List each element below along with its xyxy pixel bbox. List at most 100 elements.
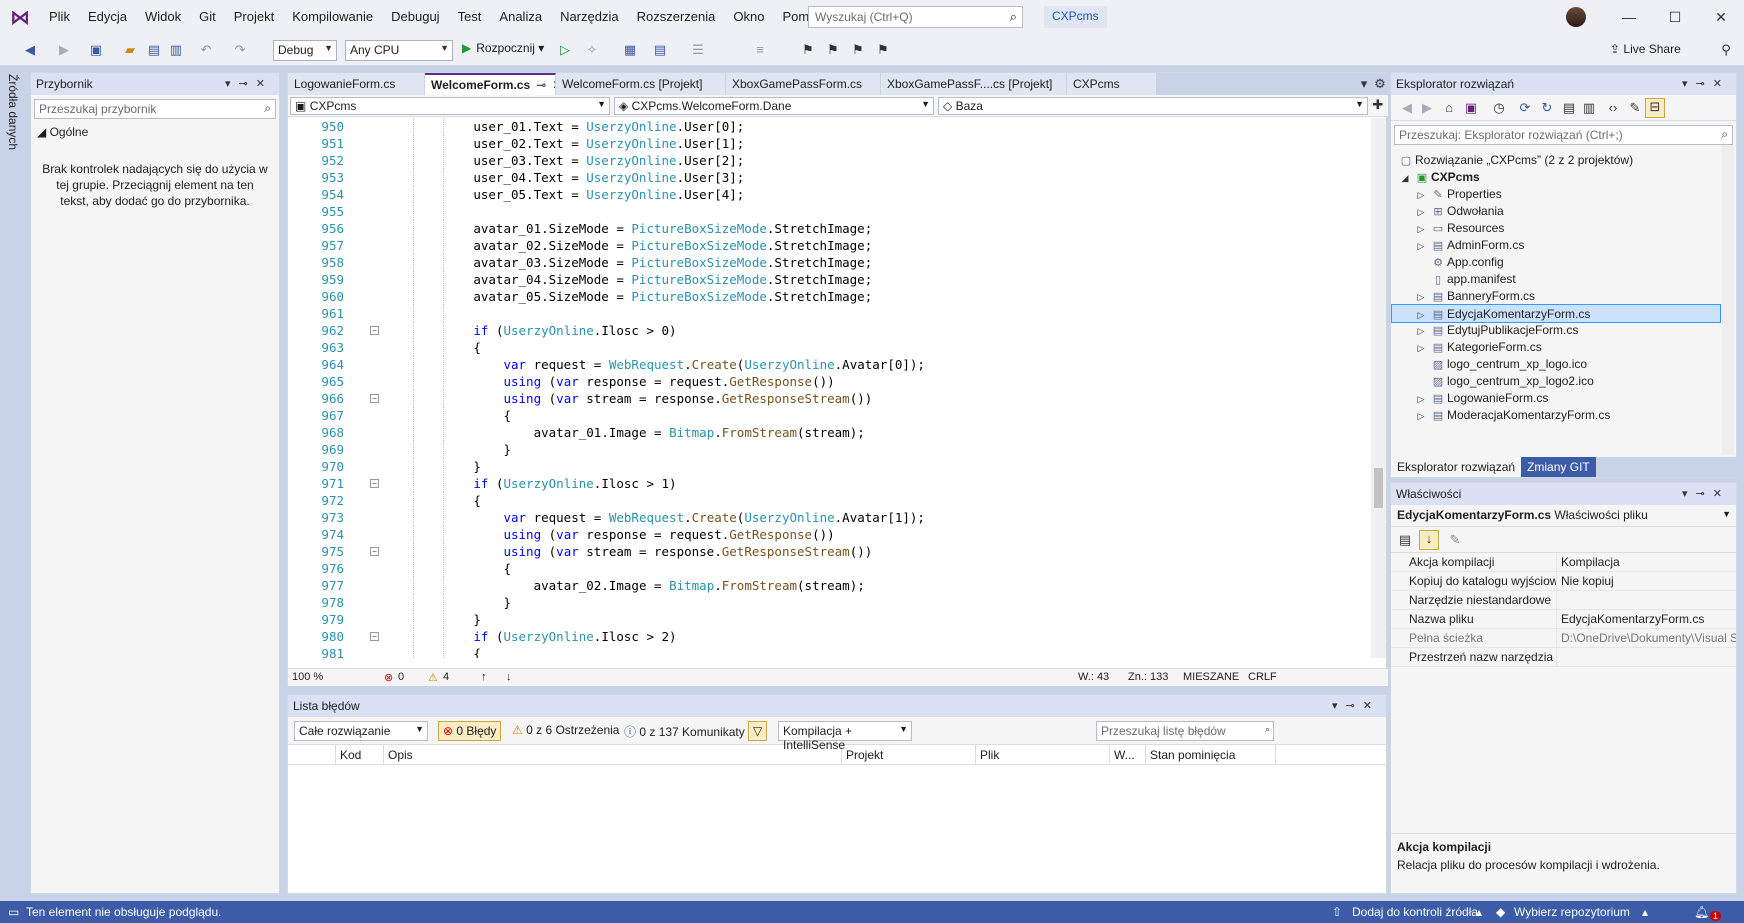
property-row[interactable]: Kopiuj do katalogu wyjściowegoNie kopiuj bbox=[1391, 572, 1736, 591]
arrow-down-icon[interactable]: ↓ bbox=[506, 671, 512, 683]
start-without-debugging-icon[interactable]: ▷ bbox=[557, 42, 573, 58]
code-line[interactable]: 960 avatar_05.SizeMode = PictureBoxSizeMo… bbox=[288, 288, 1373, 305]
document-tab[interactable]: WelcomeForm.cs⊸✕ bbox=[425, 73, 556, 95]
open-folder-icon[interactable]: ▰ bbox=[122, 42, 138, 58]
code-line[interactable]: 963 { bbox=[288, 339, 1373, 356]
line-ending[interactable]: CRLF bbox=[1248, 671, 1277, 683]
visual-studio-logo-icon[interactable]: ⋈ bbox=[0, 0, 40, 34]
code-line[interactable]: 951 user_02.Text = UserzyOnline.User[1]; bbox=[288, 135, 1373, 152]
panel-tab[interactable]: Zmiany GIT bbox=[1521, 457, 1596, 477]
search-input[interactable]: Wyszukaj (Ctrl+Q) ⌕ bbox=[808, 6, 1023, 28]
layout-icon[interactable]: ▤ bbox=[652, 42, 668, 58]
property-row[interactable]: Narzędzie niestandardowe bbox=[1391, 591, 1736, 610]
column-number[interactable]: Zn.: 133 bbox=[1128, 671, 1168, 683]
back-icon[interactable]: ◀ bbox=[22, 42, 38, 58]
sync-icon[interactable]: ⟳ bbox=[1517, 100, 1533, 116]
fold-toggle-icon[interactable]: − bbox=[370, 479, 379, 488]
column-header[interactable]: Kod bbox=[336, 745, 384, 764]
menu-item[interactable]: Debuguj bbox=[382, 0, 448, 34]
menu-item[interactable]: Analiza bbox=[490, 0, 551, 34]
messages-filter-button[interactable]: ⓘ 0 z 137 Komunikaty bbox=[620, 721, 749, 741]
menu-item[interactable]: Okno bbox=[724, 0, 773, 34]
zoom-level[interactable]: 100 % bbox=[292, 671, 323, 683]
alphabetical-icon[interactable]: ↓ bbox=[1419, 530, 1439, 550]
line-number[interactable]: W.: 43 bbox=[1078, 671, 1109, 683]
scope-select[interactable]: Całe rozwiązanie ▼ bbox=[294, 721, 428, 741]
split-icon[interactable]: ✚ bbox=[1370, 97, 1386, 113]
column-header[interactable] bbox=[288, 745, 336, 764]
code-line[interactable]: 972 { bbox=[288, 492, 1373, 509]
code-line[interactable]: 969} bbox=[288, 441, 1373, 458]
fold-toggle-icon[interactable]: − bbox=[370, 326, 379, 335]
warnings-filter-button[interactable]: ⚠ 0 z 6 Ostrzeżenia bbox=[508, 721, 623, 741]
fold-toggle-icon[interactable]: − bbox=[370, 632, 379, 641]
code-line[interactable]: 977 avatar_02.Image = Bitmap.FromStream(s… bbox=[288, 577, 1373, 594]
back-icon[interactable]: ◀ bbox=[1399, 100, 1415, 116]
code-line[interactable]: 962 − if (UserzyOnline.Ilosc > 0) bbox=[288, 322, 1373, 339]
document-tab[interactable]: LogowanieForm.cs bbox=[288, 73, 425, 95]
code-line[interactable]: 976 { bbox=[288, 560, 1373, 577]
document-tab[interactable]: CXPcms bbox=[1067, 73, 1157, 95]
arrow-up-icon[interactable]: ↑ bbox=[481, 671, 487, 683]
solution-search-input[interactable]: Przeszukaj: Eksplorator rozwiązań (Ctrl+… bbox=[1394, 125, 1733, 145]
code-line[interactable]: 970} bbox=[288, 458, 1373, 475]
redo-icon[interactable]: ↷ bbox=[232, 42, 248, 58]
property-value[interactable] bbox=[1557, 648, 1736, 666]
undo-icon[interactable]: ↶ bbox=[198, 42, 214, 58]
add-source-control-button[interactable]: Dodaj do kontroli źródła bbox=[1352, 905, 1478, 919]
property-row[interactable]: Nazwa pliku EdycjaKomentarzyForm.cs bbox=[1391, 610, 1736, 629]
document-tab[interactable]: XboxGamePassForm.cs bbox=[726, 73, 881, 95]
code-line[interactable]: 978} bbox=[288, 594, 1373, 611]
property-row[interactable]: Akcja kompilacji Kompilacja bbox=[1391, 553, 1736, 572]
source-select[interactable]: Kompilacja + IntelliSense ▼ bbox=[778, 721, 912, 752]
code-line[interactable]: 980 − if (UserzyOnline.Ilosc > 2) bbox=[288, 628, 1373, 645]
align-icon[interactable]: ☰ bbox=[690, 42, 706, 58]
fold-toggle-icon[interactable]: − bbox=[370, 547, 379, 556]
property-value[interactable] bbox=[1557, 591, 1736, 609]
select-repository-button[interactable]: Wybierz repozytorium bbox=[1514, 905, 1630, 919]
panel-controls[interactable]: ▾⊸✕ bbox=[1682, 483, 1730, 505]
whitespace-mode[interactable]: MIESZANE bbox=[1183, 671, 1239, 683]
chevron-up-icon[interactable]: ▴ bbox=[1476, 905, 1482, 919]
menu-item[interactable]: Test bbox=[449, 0, 491, 34]
filter-icon[interactable]: ▽ bbox=[748, 721, 768, 741]
error-count[interactable]: 0 bbox=[398, 671, 404, 683]
code-line[interactable]: 958 avatar_03.SizeMode = PictureBoxSizeMo… bbox=[288, 254, 1373, 271]
configuration-select[interactable]: Debug ▼ bbox=[273, 40, 337, 61]
show-all-files-icon[interactable]: ▥ bbox=[1581, 100, 1597, 116]
bookmark-icon[interactable]: ⚑ bbox=[800, 42, 816, 58]
tab-overflow-icon[interactable]: ▾ bbox=[1356, 76, 1372, 92]
save-icon[interactable]: ▤ bbox=[146, 42, 162, 58]
class-nav-select[interactable]: ◈ CXPcms.WelcomeForm.Dane ▼ bbox=[614, 97, 934, 115]
warning-count[interactable]: 4 bbox=[443, 671, 449, 683]
expand-icon[interactable]: ▷ bbox=[1413, 407, 1429, 426]
notifications-icon[interactable]: 🔔︎ bbox=[1694, 905, 1709, 919]
hot-reload-icon[interactable]: ✧ bbox=[584, 42, 600, 58]
code-line[interactable]: 961 bbox=[288, 305, 1373, 322]
code-line[interactable]: 959 avatar_04.SizeMode = PictureBoxSizeMo… bbox=[288, 271, 1373, 288]
errors-filter-button[interactable]: ⊗ 0 Błędy bbox=[438, 721, 502, 741]
project-nav-select[interactable]: ▣ CXPcms ▼ bbox=[290, 97, 610, 115]
fold-toggle-icon[interactable]: − bbox=[370, 394, 379, 403]
toolbox-search-input[interactable]: Przeszukaj przybornik ⌕ bbox=[34, 99, 276, 119]
column-header[interactable]: Projekt bbox=[842, 745, 976, 764]
chevron-up-icon[interactable]: ▴ bbox=[1642, 905, 1648, 919]
property-value[interactable]: Kompilacja bbox=[1557, 553, 1736, 571]
tree-scrollbar[interactable] bbox=[1722, 145, 1734, 455]
solution-name-badge[interactable]: CXPcms bbox=[1044, 6, 1107, 28]
menu-item[interactable]: Rozszerzenia bbox=[628, 0, 725, 34]
code-line[interactable]: 965 using (var response = request.GetResp… bbox=[288, 373, 1373, 390]
bookmark-prev-icon[interactable]: ⚑ bbox=[825, 42, 841, 58]
collapse-all-icon[interactable]: ▤ bbox=[1561, 100, 1577, 116]
comment-icon[interactable]: ≡ bbox=[752, 42, 768, 58]
document-tab[interactable]: WelcomeForm.cs [Projekt] bbox=[556, 73, 726, 95]
code-line[interactable]: 975 − using (var stream = response.GetResp… bbox=[288, 543, 1373, 560]
code-line[interactable]: 950 user_01.Text = UserzyOnline.User[0]; bbox=[288, 118, 1373, 135]
browse-icon[interactable]: ▦ bbox=[622, 42, 638, 58]
property-row[interactable]: Przestrzeń nazw narzędzia niestandardowe… bbox=[1391, 648, 1736, 667]
code-line[interactable]: 953 user_04.Text = UserzyOnline.User[3]; bbox=[288, 169, 1373, 186]
live-share-button[interactable]: ⇪ Live Share bbox=[1610, 42, 1681, 56]
vertical-scrollbar[interactable] bbox=[1371, 118, 1386, 658]
settings-icon[interactable]: ⚙ bbox=[1372, 76, 1388, 92]
property-value[interactable]: D:\OneDrive\Dokumenty\Visual S bbox=[1557, 629, 1736, 647]
